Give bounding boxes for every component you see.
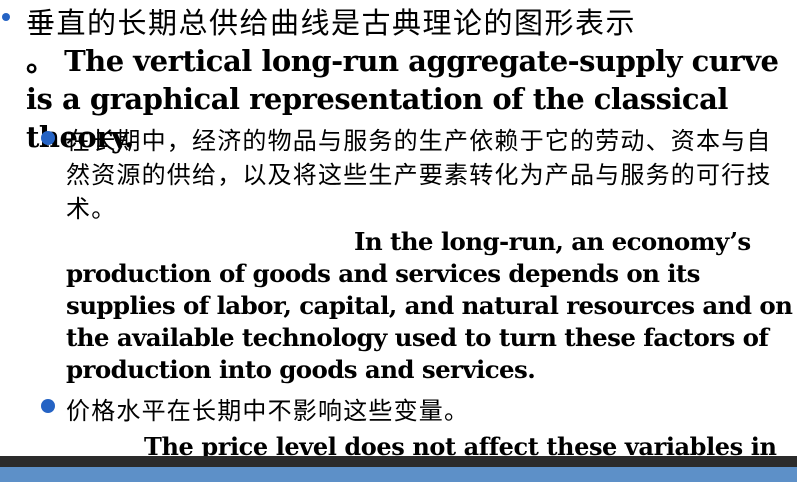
sub-point-production: 在长期中，经济的物品与服务的生产依赖于它的劳动、资本与自然资源的供给，以及将这些… bbox=[66, 124, 794, 386]
bullet-icon bbox=[2, 13, 10, 21]
sub-point-price-level-chinese: 价格水平在长期中不影响这些变量。 bbox=[66, 397, 470, 425]
footer-bar-dark bbox=[0, 456, 797, 467]
footer-bar-light bbox=[0, 467, 797, 482]
slide: 垂直的长期总供给曲线是古典理论的图形表示 。 The vertical long… bbox=[0, 0, 797, 482]
sub-bullet-icon bbox=[41, 131, 55, 145]
sub-point-production-english: In the long-run, an economy’s production… bbox=[66, 227, 793, 384]
sub-point-production-chinese: 在长期中，经济的物品与服务的生产依赖于它的劳动、资本与自然资源的供给，以及将这些… bbox=[66, 127, 772, 223]
sub-bullet-icon bbox=[41, 399, 55, 413]
sub-point-price-level: 价格水平在长期中不影响这些变量。 The price level does no… bbox=[66, 393, 794, 465]
main-point-chinese: 垂直的长期总供给曲线是古典理论的图形表示 bbox=[26, 6, 637, 40]
